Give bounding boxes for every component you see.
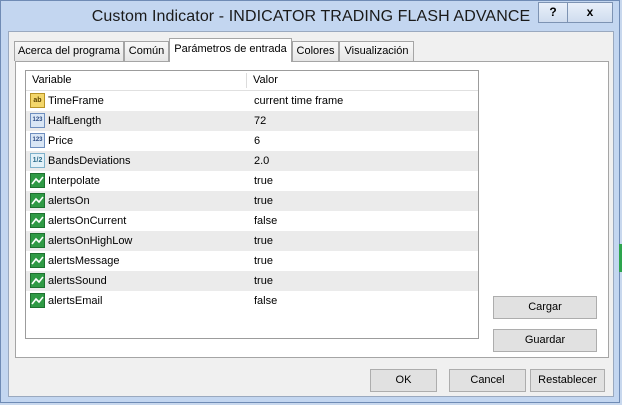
ok-button[interactable]: OK [370, 369, 437, 392]
save-button[interactable]: Guardar [493, 329, 597, 352]
parameter-value[interactable]: 6 [254, 131, 260, 151]
tab-panel-parametros: Variable Valor ab TimeFrame current time f… [15, 61, 609, 358]
parameter-name: alertsSound [48, 275, 107, 287]
parameter-value[interactable]: true [254, 231, 273, 251]
parameter-name: alertsOnHighLow [48, 235, 133, 247]
boolean-type-icon [30, 253, 45, 268]
help-button[interactable]: ? [538, 2, 568, 23]
table-row[interactable]: 1/2 BandsDeviations 2.0 [26, 151, 478, 171]
tab-visualizacion[interactable]: Visualización [339, 41, 414, 61]
boolean-type-icon [30, 273, 45, 288]
parameter-value[interactable]: false [254, 291, 277, 311]
table-row[interactable]: ab TimeFrame current time frame [26, 91, 478, 111]
string-type-icon: ab [30, 93, 45, 108]
close-button[interactable]: x [567, 2, 613, 23]
parameter-name: Price [48, 135, 74, 147]
tab-parametros-de-entrada[interactable]: Parámetros de entrada [169, 38, 292, 62]
tab-colores[interactable]: Colores [292, 41, 339, 61]
table-row[interactable]: Interpolate true [26, 171, 478, 191]
cancel-button[interactable]: Cancel [449, 369, 526, 392]
column-header-value[interactable]: Valor [247, 71, 478, 90]
parameters-table: Variable Valor ab TimeFrame current time f… [25, 70, 479, 339]
parameter-value[interactable]: true [254, 191, 273, 211]
parameter-value[interactable]: current time frame [254, 91, 343, 111]
title-bar[interactable]: Custom Indicator - INDICATOR TRADING FLA… [1, 1, 621, 31]
reset-button[interactable]: Restablecer [530, 369, 605, 392]
parameter-name: TimeFrame [48, 95, 104, 107]
parameter-value[interactable]: false [254, 211, 277, 231]
parameter-value[interactable]: true [254, 171, 273, 191]
parameter-name: Interpolate [48, 175, 100, 187]
boolean-type-icon [30, 293, 45, 308]
dialog-window: Custom Indicator - INDICATOR TRADING FLA… [0, 0, 620, 403]
table-row[interactable]: alertsSound true [26, 271, 478, 291]
table-row[interactable]: alertsMessage true [26, 251, 478, 271]
table-row[interactable]: alertsOnCurrent false [26, 211, 478, 231]
table-row[interactable]: alertsEmail false [26, 291, 478, 311]
table-header: Variable Valor [26, 71, 478, 91]
integer-type-icon: 123 [30, 133, 45, 148]
parameter-value[interactable]: 2.0 [254, 151, 269, 171]
boolean-type-icon [30, 213, 45, 228]
dialog-client-area: Acerca del programa Común Parámetros de … [8, 31, 614, 397]
parameter-name: HalfLength [48, 115, 102, 127]
integer-type-icon: 123 [30, 113, 45, 128]
parameter-value[interactable]: true [254, 271, 273, 291]
tab-comun[interactable]: Común [124, 41, 169, 61]
parameter-name: BandsDeviations [48, 155, 131, 167]
table-row[interactable]: 123 HalfLength 72 [26, 111, 478, 131]
window-title: Custom Indicator - INDICATOR TRADING FLA… [91, 8, 531, 25]
boolean-type-icon [30, 233, 45, 248]
table-row[interactable]: alertsOnHighLow true [26, 231, 478, 251]
parameter-name: alertsEmail [48, 295, 103, 307]
double-type-icon: 1/2 [30, 153, 45, 168]
boolean-type-icon [30, 173, 45, 188]
table-row[interactable]: 123 Price 6 [26, 131, 478, 151]
tab-acerca-del-programa[interactable]: Acerca del programa [14, 41, 124, 61]
column-header-variable[interactable]: Variable [26, 71, 246, 90]
parameter-value[interactable]: 72 [254, 111, 266, 131]
boolean-type-icon [30, 193, 45, 208]
load-button[interactable]: Cargar [493, 296, 597, 319]
parameter-name: alertsMessage [48, 255, 120, 267]
table-row[interactable]: alertsOn true [26, 191, 478, 211]
parameter-name: alertsOn [48, 195, 90, 207]
parameter-name: alertsOnCurrent [48, 215, 127, 227]
parameter-value[interactable]: true [254, 251, 273, 271]
